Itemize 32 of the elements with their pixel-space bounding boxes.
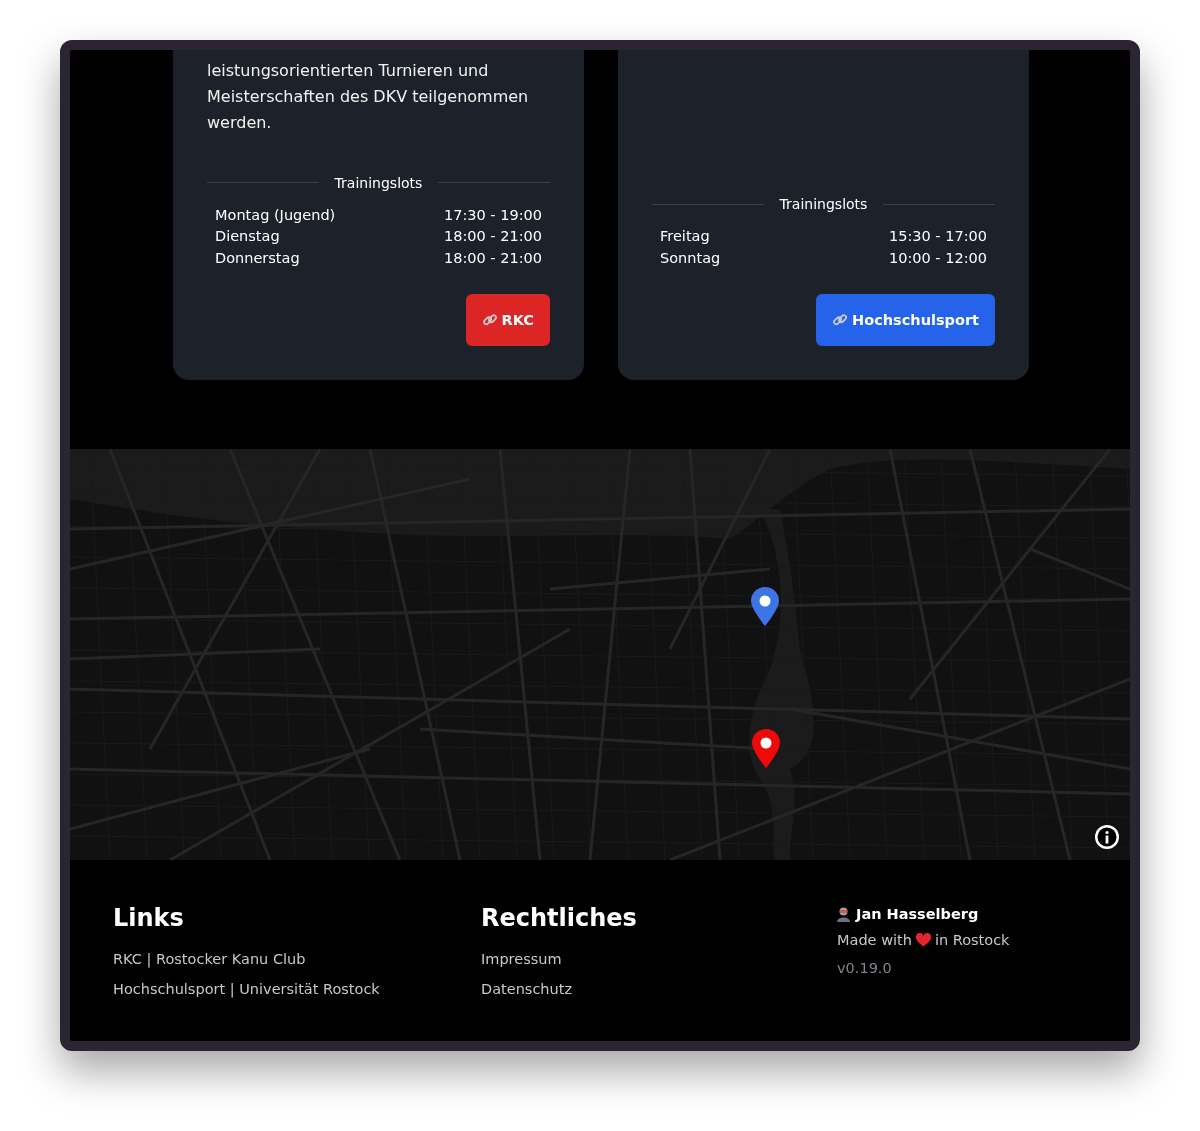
footer-text: Made with: [837, 932, 912, 948]
link-icon: [481, 312, 498, 328]
info-icon[interactable]: [1094, 824, 1120, 850]
card-description: leistungsorientierten Turnieren und Meisterschaften des DKV teilgenommen werden.: [207, 60, 530, 134]
slot-time: 10:00 - 12:00: [888, 248, 987, 268]
section-title: Trainingslots: [334, 174, 423, 191]
footer-text: in Rostock: [934, 932, 1010, 948]
person-icon: [837, 906, 850, 922]
footer-link[interactable]: Hochschulsport | Universität Rostock: [113, 974, 481, 1004]
version-text: v0.19.0: [837, 960, 893, 976]
heart-icon: [915, 933, 931, 947]
slot-time: 18:00 - 21:00: [443, 227, 542, 246]
link-button[interactable]: RKC: [465, 294, 550, 346]
footer-heading: Links: [113, 904, 185, 932]
slot-day: Montag (Jugend): [215, 204, 336, 226]
map-pin-icon[interactable]: [751, 729, 781, 769]
slot-time: 15:30 - 17:00: [888, 227, 987, 246]
slot-time: 17:30 - 19:00: [443, 205, 542, 225]
footer-link[interactable]: Datenschutz: [481, 974, 837, 1004]
footer-link[interactable]: Impressum: [481, 944, 837, 974]
slot-day: Dienstag: [215, 226, 280, 248]
slot-day: Freitag: [660, 226, 710, 248]
link-button[interactable]: Hochschulsport: [816, 294, 995, 346]
map-pin-icon[interactable]: [750, 587, 780, 627]
slot-day: Donnerstag: [215, 247, 300, 269]
section-title: Trainingslots: [779, 196, 868, 212]
link-icon: [832, 312, 849, 328]
slot-day: Sonntag: [660, 247, 721, 269]
author-name: Jan Hasselberg: [856, 906, 979, 922]
footer-link[interactable]: RKC | Rostocker Kanu Club: [113, 944, 481, 974]
slot-time: 18:00 - 21:00: [443, 248, 542, 268]
footer-heading: Rechtliches: [481, 904, 638, 932]
